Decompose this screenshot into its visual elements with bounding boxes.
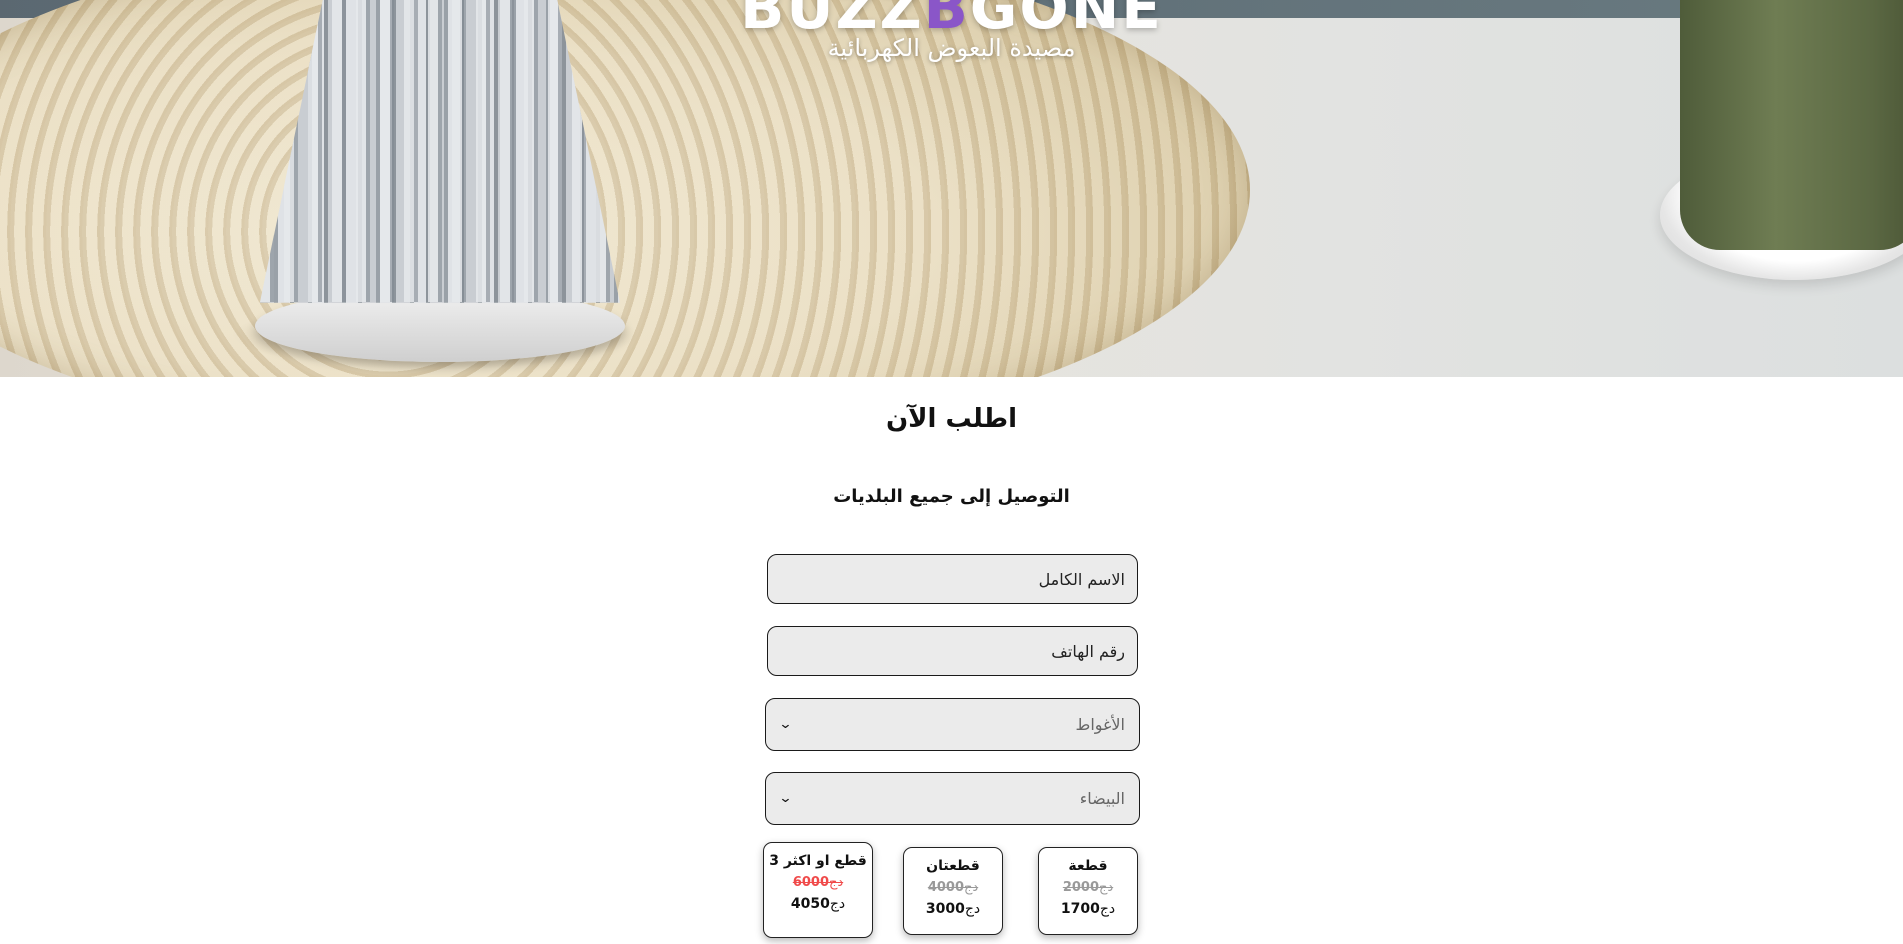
chevron-down-icon: ⌄ xyxy=(778,791,793,806)
phone-input[interactable] xyxy=(767,626,1138,676)
offer-title: قطعة xyxy=(1068,858,1108,874)
delivery-note: التوصيل إلى جميع البلديات xyxy=(833,486,1070,507)
offer-new-price: 4050دج xyxy=(790,896,846,912)
hero-tagline: مصيدة البعوض الكهربائية xyxy=(827,34,1076,62)
offer-old-price: 4000دج xyxy=(927,880,979,895)
offer-title: قطعتان xyxy=(926,858,980,874)
commune-select[interactable]: البيضاء ⌄ xyxy=(765,772,1140,825)
offer-card-2[interactable]: قطعتان 4000دج 3000دج xyxy=(903,847,1003,935)
offer-title: 3 قطع او اكثر xyxy=(769,853,867,869)
offer-card-1[interactable]: قطعة 2000دج 1700دج xyxy=(1038,847,1138,935)
offer-cards: قطعة 2000دج 1700دج قطعتان 4000دج 3000دج … xyxy=(0,842,1903,944)
offer-card-3[interactable]: 3 قطع او اكثر 6000دج 4050دج xyxy=(763,842,873,938)
wilaya-select-value: الأغواط xyxy=(1075,715,1125,734)
offer-old-price: 2000دج xyxy=(1062,880,1114,895)
hero-banner: BUZZBGONE مصيدة البعوض الكهربائية xyxy=(0,0,1903,377)
commune-select-value: البيضاء xyxy=(1079,789,1125,808)
offer-new-price: 3000دج xyxy=(925,901,981,917)
offer-new-price: 1700دج xyxy=(1060,901,1116,917)
chevron-down-icon: ⌄ xyxy=(778,717,793,732)
wilaya-select[interactable]: الأغواط ⌄ xyxy=(765,698,1140,751)
offer-old-price: 6000دج xyxy=(792,875,844,890)
full-name-input[interactable] xyxy=(767,554,1138,604)
order-title: اطلب الآن xyxy=(885,404,1018,434)
